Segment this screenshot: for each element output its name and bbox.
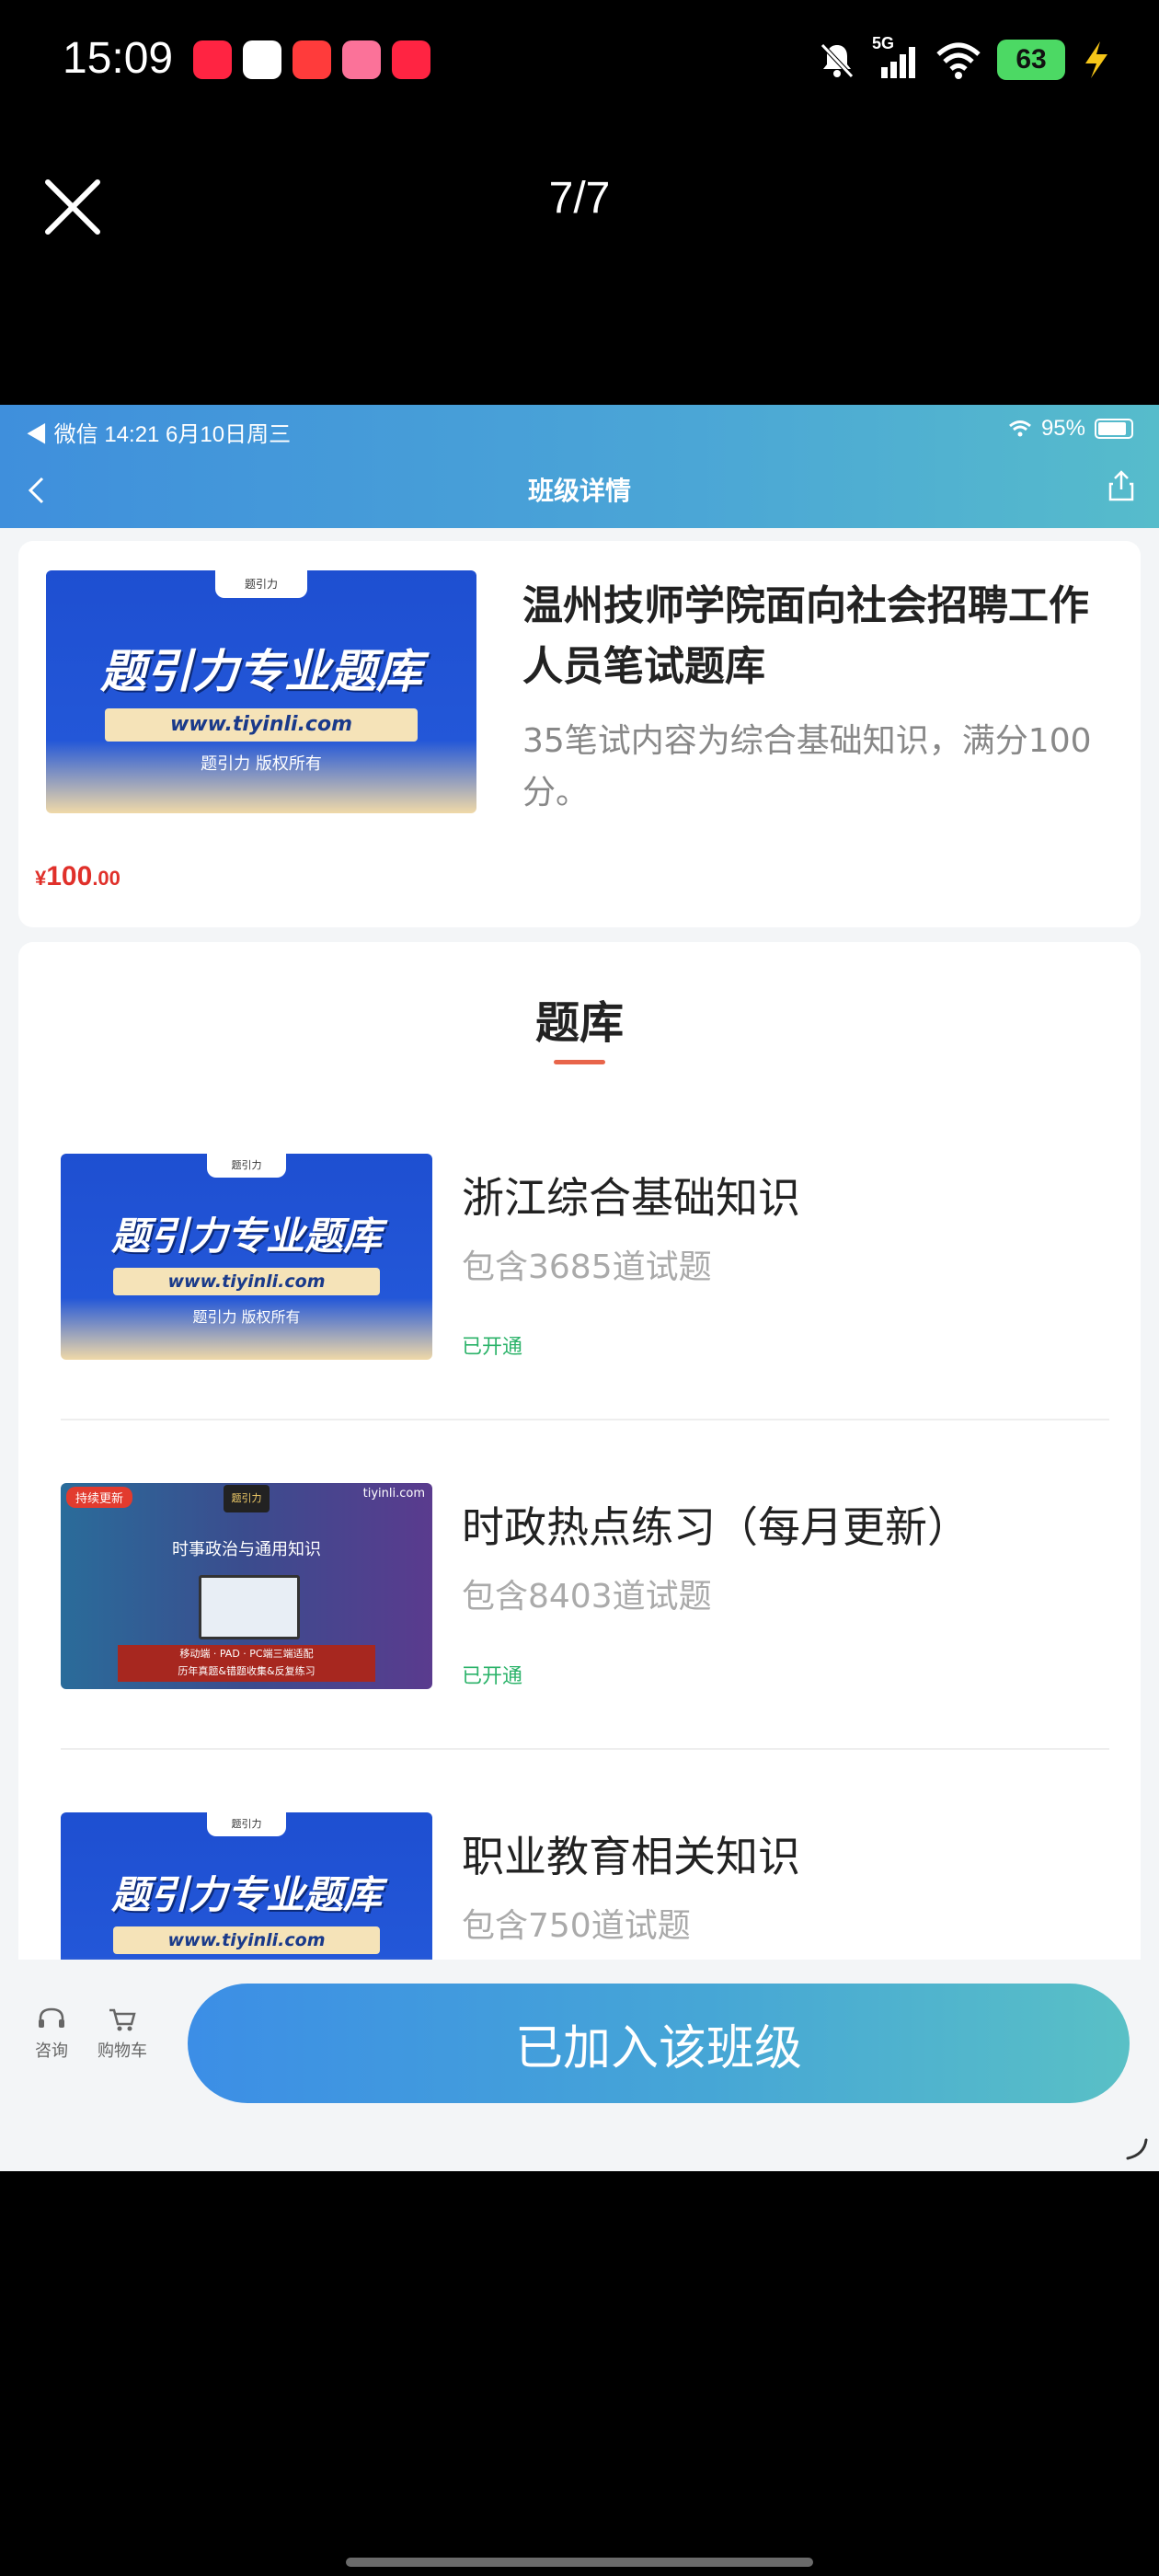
bank-item-status: 已开通 [462, 1336, 523, 1359]
charging-bolt-icon [1085, 41, 1107, 78]
thumb-logo-text: 题引力 [231, 1159, 262, 1171]
bank-item-count: 包含8403道试题 [462, 1578, 712, 1616]
thumb-url: www.tiyinli.com [113, 1926, 380, 1954]
bank-item-name: 浙江综合基础知识 [462, 1173, 800, 1223]
phone-status-bar: 15:09 5G 63 [0, 0, 1159, 129]
price-currency: ¥ [35, 867, 47, 890]
inner-page-title: 班级详情 [527, 476, 631, 506]
thumb-logo-text: 题引力 [231, 1818, 262, 1830]
home-indicator[interactable] [346, 2558, 813, 2567]
bank-item-zhejiang[interactable]: 题引力 题引力专业题库 www.tiyinli.com 题引力 版权所有 浙江综… [61, 1154, 1109, 1393]
section-underline [554, 1060, 605, 1064]
inner-battery-icon [1095, 419, 1133, 439]
bank-item-name: 职业教育相关知识 [462, 1832, 800, 1881]
xiaohongshu-icon [193, 40, 232, 79]
bilibili-icon [342, 40, 381, 79]
cart-icon [109, 2008, 136, 2031]
inner-header: ◀ 微信 14:21 6月10日周三 95% 班级详情 [0, 405, 1159, 528]
share-icon[interactable] [1107, 469, 1135, 502]
headset-icon [39, 2007, 64, 2028]
thumb-title: 题引力专业题库 [110, 1872, 382, 1917]
bank-item-status: 已开通 [462, 1665, 523, 1688]
mute-bell-icon [820, 43, 854, 78]
inner-status-left: ◀ 微信 14:21 6月10日周三 [26, 422, 292, 447]
bank-thumbnail: 题引力 题引力专业题库 www.tiyinli.com 题引力 版权所有 [61, 1154, 432, 1360]
thumb-copyright: 题引力 版权所有 [192, 1308, 301, 1326]
price-decimal: .00 [92, 867, 120, 890]
bank-item-name: 时政热点练习（每月更新） [462, 1502, 970, 1552]
thumb-banner-line1: 移动端 · PAD · PC端三端适配 [179, 1648, 314, 1660]
thumb-heading: 时事政治与通用知识 [172, 1540, 321, 1559]
qq-icon [243, 40, 281, 79]
cellular-signal-icon: 5G [872, 34, 920, 80]
thumb-device-mock [199, 1575, 300, 1639]
thumb-title: 题引力专业题库 [100, 645, 422, 698]
thumb-title: 题引力专业题库 [110, 1213, 382, 1259]
thumb-logo: 题引力 [207, 1812, 286, 1836]
consult-label: 咨询 [35, 2041, 68, 2061]
course-thumbnail: 题引力 题引力专业题库 www.tiyinli.com 题引力 版权所有 [46, 570, 476, 813]
thumb-banner: 移动端 · PAD · PC端三端适配 历年真题&错题收集&反复练习 [118, 1645, 375, 1682]
wifi-icon [936, 42, 981, 79]
cart-button[interactable]: 购物车 [98, 2006, 147, 2062]
thumb-url: www.tiyinli.com [105, 708, 418, 742]
thumb-logo: 题引力 [224, 1485, 270, 1512]
thumb-banner-line2: 历年真题&错题收集&反复练习 [178, 1665, 316, 1677]
thumb-logo-text: 题引力 [244, 578, 278, 591]
inner-wifi-icon [1009, 420, 1031, 437]
course-price: ¥100.00 [35, 861, 120, 892]
embedded-screenshot[interactable]: ◀ 微信 14:21 6月10日周三 95% 班级详情 题引力 题引力专业题库 [0, 405, 1159, 2171]
course-card[interactable]: 题引力 题引力专业题库 www.tiyinli.com 题引力 版权所有 温州技… [18, 541, 1141, 927]
consult-button[interactable]: 咨询 [35, 2006, 68, 2062]
image-counter: 7/7 [548, 174, 611, 223]
battery-indicator: 63 [997, 40, 1065, 80]
divider [61, 1748, 1109, 1750]
status-time: 15:09 [63, 34, 174, 83]
section-title: 题库 [534, 997, 624, 1049]
joined-class-button[interactable]: 已加入该班级 [188, 1984, 1130, 2103]
course-title: 温州技师学院面向社会招聘工作人员笔试题库 [522, 582, 1089, 690]
bottom-action-bar: 咨询 购物车 已加入该班级 [0, 1960, 1159, 2171]
bank-thumbnail: 持续更新 tiyinli.com 题引力 时事政治与通用知识 移动端 · PAD… [61, 1483, 432, 1689]
bank-item-count: 包含750道试题 [462, 1907, 691, 1945]
inner-status-right: 95% [1008, 416, 1133, 442]
bank-item-count: 包含3685道试题 [462, 1248, 712, 1286]
status-right: 5G 63 [817, 34, 1113, 83]
thumb-badge: 持续更新 [66, 1487, 133, 1508]
xiaohongshu-icon-2 [392, 40, 430, 79]
price-integer: 100 [46, 861, 93, 891]
divider [61, 1419, 1109, 1420]
thumb-url: www.tiyinli.com [113, 1268, 380, 1295]
inner-battery-percent: 95% [1040, 416, 1085, 441]
cart-label: 购物车 [98, 2041, 147, 2061]
bank-item-current-affairs[interactable]: 持续更新 tiyinli.com 题引力 时事政治与通用知识 移动端 · PAD… [61, 1483, 1109, 1722]
thumb-logo: 题引力 [207, 1154, 286, 1178]
loading-spinner-icon [1126, 2138, 1148, 2160]
thumb-logo: 题引力 [215, 570, 307, 598]
app-red-icon [293, 40, 331, 79]
course-description: 35笔试内容为综合基础知识，满分100分。 [522, 722, 1092, 811]
thumb-site: tiyinli.com [362, 1487, 425, 1501]
thumb-copyright: 题引力 版权所有 [201, 754, 322, 774]
